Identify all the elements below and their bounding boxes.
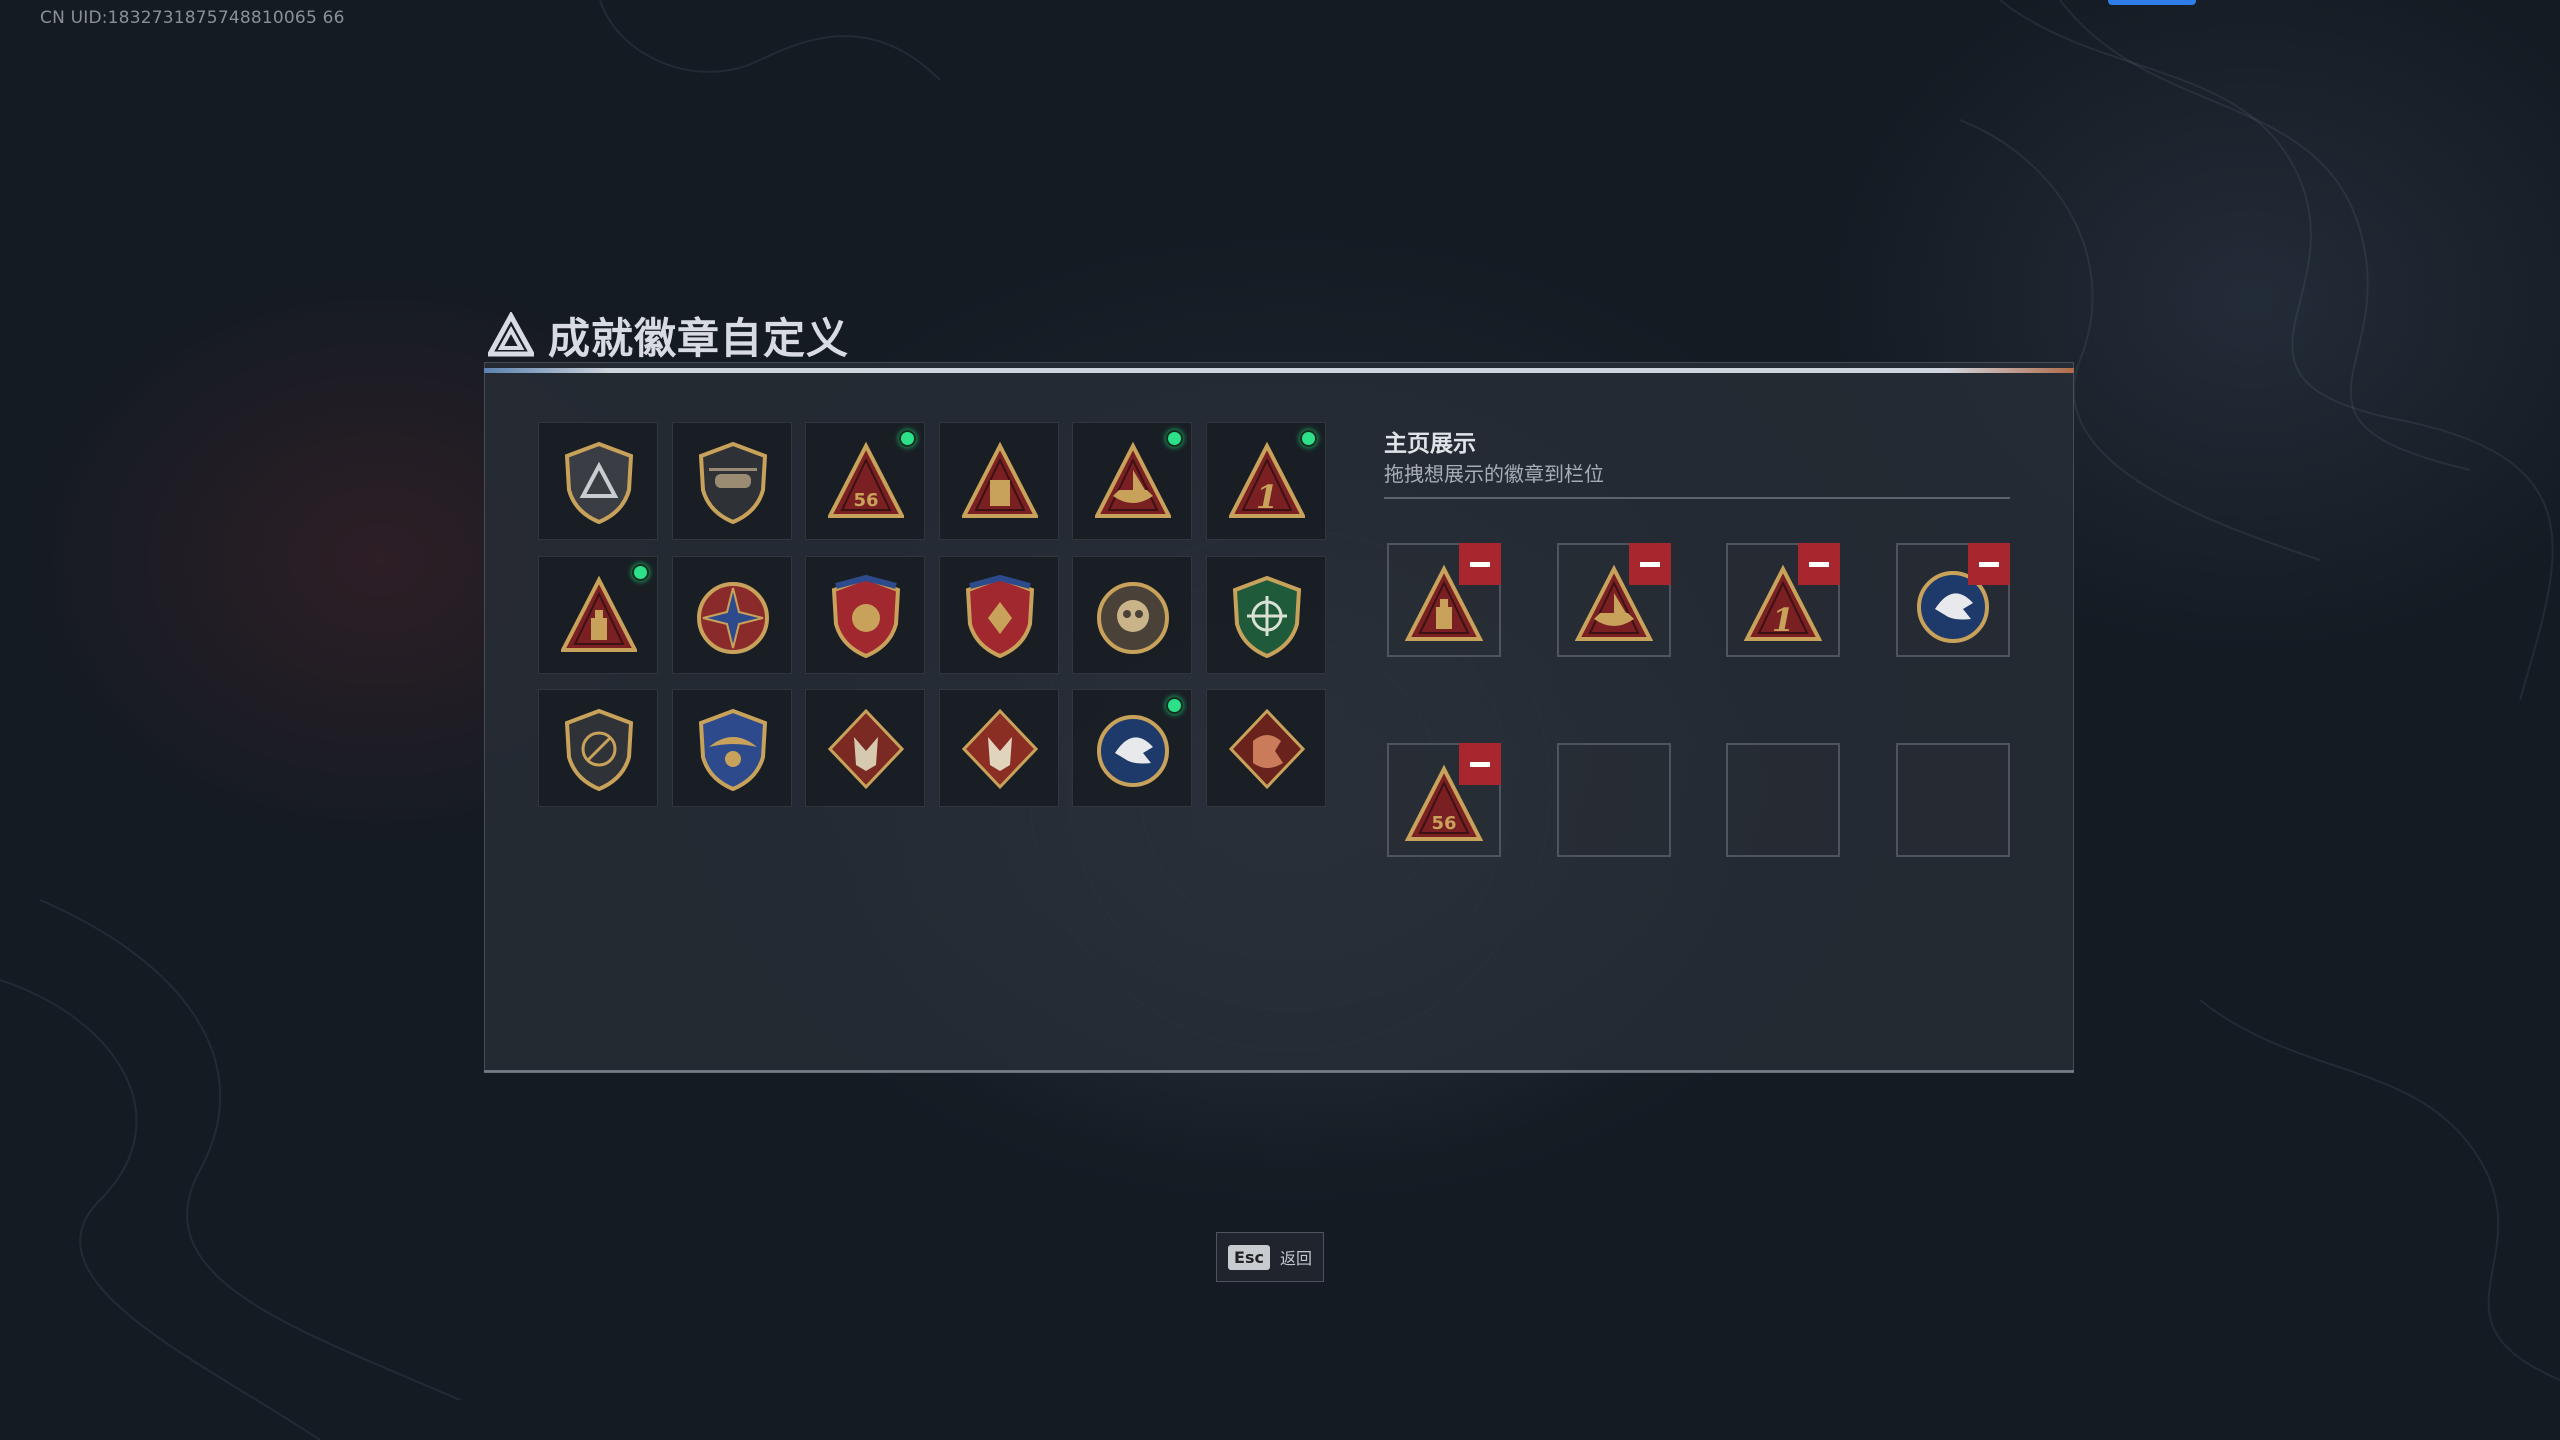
svg-text:1: 1 <box>1255 478 1277 516</box>
showcase-slot-filled[interactable]: 56 <box>1387 743 1501 857</box>
triangle-bottle-badge-icon <box>561 575 637 652</box>
showcase-slot-filled[interactable] <box>1895 543 2010 657</box>
showcase-slot-filled[interactable]: 1 <box>1726 543 1840 657</box>
triangle-56-badge-icon: 56 <box>828 441 904 518</box>
showcase-slot-empty[interactable] <box>1895 743 2010 857</box>
skull-medallion-badge-icon <box>1097 581 1169 654</box>
star-compass-badge-icon <box>696 581 769 654</box>
badge-cell[interactable] <box>538 555 658 674</box>
showcase-slot-empty[interactable] <box>1726 743 1840 857</box>
showcase-title: 主页展示 <box>1384 431 1476 457</box>
badge-cell[interactable]: 1 <box>1205 422 1326 540</box>
svg-text:56: 56 <box>853 490 878 511</box>
showcase-slot-filled[interactable] <box>1556 543 1671 657</box>
wolf-diamond-red-badge-icon <box>961 708 1038 790</box>
remove-badge-button[interactable] <box>1459 543 1501 585</box>
winged-crest-badge-icon <box>831 574 901 658</box>
page-title: 成就徽章自定义 <box>548 313 850 363</box>
new-indicator-dot <box>1166 697 1183 714</box>
badge-cell[interactable] <box>805 689 925 807</box>
badge-cell[interactable] <box>538 689 658 807</box>
delta-logo-icon <box>488 312 534 357</box>
triangle-ship-badge-icon <box>1095 441 1171 518</box>
remove-badge-button[interactable] <box>1628 543 1671 585</box>
blue-wing-shield-badge-icon <box>698 708 767 791</box>
back-button[interactable]: Esc 返回 <box>1216 1232 1324 1282</box>
no-gun-shield-badge-icon <box>564 708 634 791</box>
winged-gem-crest-badge-icon <box>965 574 1034 658</box>
dragon-diamond-badge-icon <box>1228 708 1305 790</box>
badge-cell[interactable] <box>1072 689 1192 807</box>
svg-text:56: 56 <box>1431 813 1456 834</box>
badge-cell[interactable] <box>1205 689 1326 807</box>
badge-cell[interactable] <box>1072 555 1192 674</box>
badge-cell[interactable] <box>938 422 1059 540</box>
back-label: 返回 <box>1279 1249 1312 1268</box>
remove-badge-button[interactable] <box>1459 743 1501 785</box>
active-tab-indicator <box>2108 0 2196 5</box>
panel-bottom-line <box>484 1070 2074 1073</box>
new-indicator-dot <box>632 563 649 581</box>
panel-top-bar <box>484 368 2074 373</box>
badge-cell[interactable] <box>938 689 1059 807</box>
badge-cell[interactable] <box>671 555 792 674</box>
panel-header: 成就徽章自定义 <box>488 310 849 363</box>
player-uid: CN UID:1832731875748810065 66 <box>40 8 345 28</box>
badge-cell[interactable] <box>938 555 1059 674</box>
new-indicator-dot <box>1166 430 1183 447</box>
remove-badge-button[interactable] <box>1967 543 2010 585</box>
helicopter-shield-badge-icon <box>698 441 767 524</box>
remove-badge-button[interactable] <box>1798 543 1840 585</box>
esc-key-hint: Esc <box>1228 1244 1270 1270</box>
new-indicator-dot <box>1299 430 1317 447</box>
badge-cell[interactable] <box>805 555 925 674</box>
showcase-slot-empty[interactable] <box>1556 743 1671 857</box>
badge-cell[interactable]: 56 <box>805 422 925 540</box>
triangle-number-one-badge-icon: 1 <box>1228 441 1305 518</box>
green-crosshair-shield-badge-icon <box>1232 575 1301 658</box>
showcase-divider <box>1384 497 2010 499</box>
new-indicator-dot <box>899 430 916 447</box>
showcase-subtitle: 拖拽想展示的徽章到栏位 <box>1384 462 1604 486</box>
showcase-slot-filled[interactable] <box>1387 543 1501 657</box>
triangle-building-badge-icon <box>961 441 1038 518</box>
badge-cell[interactable] <box>671 422 792 540</box>
badge-cell[interactable] <box>538 422 658 540</box>
svg-text:1: 1 <box>1772 601 1794 639</box>
badge-cell[interactable] <box>1072 422 1192 540</box>
badge-cell[interactable] <box>671 689 792 807</box>
eagle-blue-medallion-badge-icon <box>1097 715 1169 787</box>
wolf-diamond-badge-icon <box>828 708 904 790</box>
badge-cell[interactable] <box>1205 555 1326 674</box>
shield-delta-badge-icon <box>564 441 634 524</box>
